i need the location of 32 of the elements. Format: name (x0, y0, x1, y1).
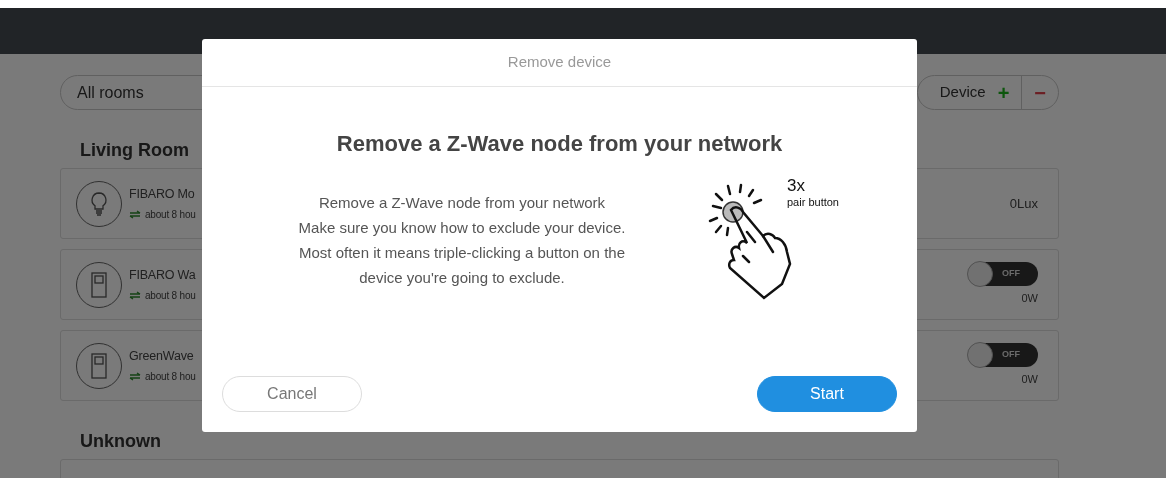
last-update-text: about 8 hou (145, 288, 196, 303)
wall-switch-icon (88, 271, 110, 298)
sync-arrows-icon (129, 371, 141, 381)
wall-switch-icon (88, 352, 110, 379)
toggle-switch[interactable]: OFF (968, 262, 1038, 287)
remove-device-button[interactable]: − (1021, 76, 1058, 109)
add-device-button[interactable]: + (993, 82, 1022, 103)
lightbulb-icon (88, 190, 110, 217)
instruction-text: Remove a Z-Wave node from your network (318, 193, 606, 213)
dialog-heading: Remove a Z-Wave node from your network (335, 130, 784, 158)
illustration-caption: pair button (787, 196, 839, 208)
toggle-label: OFF (1002, 348, 1020, 362)
last-update-text: about 8 hou (145, 369, 196, 384)
device-name: FIBARO Mo (129, 186, 196, 204)
dialog-title: Remove device (202, 39, 917, 87)
sensor-reading: 0Lux (1009, 194, 1038, 213)
press-count: 3x (787, 176, 806, 196)
device-label: Device (938, 82, 987, 103)
device-name: GreenWave (129, 348, 195, 366)
sync-arrows-icon (129, 209, 141, 219)
cancel-button[interactable]: Cancel (222, 376, 362, 412)
section-heading: Living Room (80, 140, 189, 160)
start-button[interactable]: Start (757, 376, 897, 412)
toggle-switch[interactable]: OFF (968, 343, 1038, 368)
sync-arrows-icon (129, 290, 141, 300)
instruction-text: Make sure you know how to exclude your device. Most often it means triple-clicking a button on the device you're going to exclude. (297, 218, 627, 288)
device-name: FIBARO Wa (129, 267, 196, 285)
power-reading: 0W (1021, 372, 1038, 388)
power-reading: 0W (1021, 291, 1038, 307)
toggle-label: OFF (1002, 267, 1020, 281)
section-heading: Unknown (80, 431, 161, 451)
last-update-text: about 8 hou (145, 207, 196, 222)
